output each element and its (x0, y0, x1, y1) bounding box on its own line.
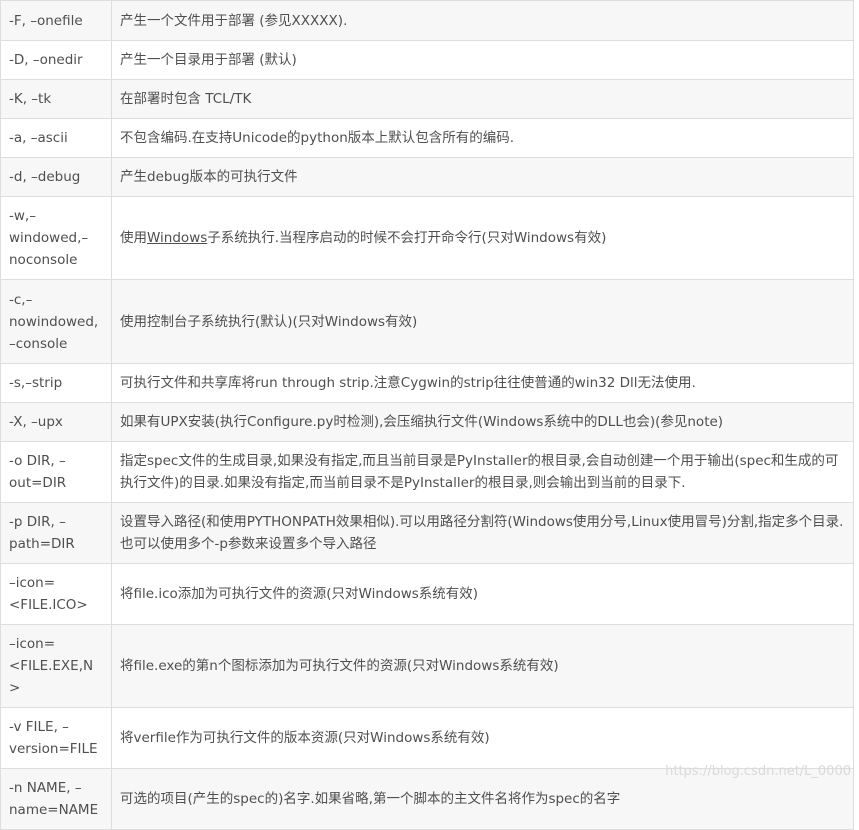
option-cell: -F, –onefile (0, 0, 112, 41)
option-cell: -X, –upx (0, 402, 112, 442)
table-row: -w,–windowed,–noconsole 使用Windows子系统执行.当… (0, 196, 854, 280)
option-cell: -p DIR, –path=DIR (0, 502, 112, 564)
option-cell: -c,–nowindowed,–console (0, 279, 112, 364)
table-row: -c,–nowindowed,–console 使用控制台子系统执行(默认)(只… (0, 279, 854, 364)
description-cell: 在部署时包含 TCL/TK (111, 79, 854, 119)
option-cell: -d, –debug (0, 157, 112, 197)
option-cell: -w,–windowed,–noconsole (0, 196, 112, 280)
option-cell: -s,–strip (0, 363, 112, 403)
description-cell: 将file.ico添加为可执行文件的资源(只对Windows系统有效) (111, 563, 854, 625)
windows-link[interactable]: Windows (147, 230, 207, 246)
table-row: -v FILE, –version=FILE 将verfile作为可执行文件的版… (0, 707, 854, 769)
description-cell: 如果有UPX安装(执行Configure.py时检测),会压缩执行文件(Wind… (111, 402, 854, 442)
option-cell: –icon=<FILE.ICO> (0, 563, 112, 625)
table-row: -F, –onefile 产生一个文件用于部署 (参见XXXXX). (0, 0, 854, 41)
option-cell: -v FILE, –version=FILE (0, 707, 112, 769)
description-cell: 使用控制台子系统执行(默认)(只对Windows有效) (111, 279, 854, 364)
table-row: -p DIR, –path=DIR 设置导入路径(和使用PYTHONPATH效果… (0, 502, 854, 564)
table-row: -o DIR, –out=DIR 指定spec文件的生成目录,如果没有指定,而且… (0, 441, 854, 503)
description-cell: 使用Windows子系统执行.当程序启动的时候不会打开命令行(只对Windows… (111, 196, 854, 280)
description-prefix: 使用 (120, 230, 147, 246)
description-cell: 将file.exe的第n个图标添加为可执行文件的资源(只对Windows系统有效… (111, 624, 854, 708)
option-cell: -n NAME, –name=NAME (0, 768, 112, 830)
table-row: -D, –onedir 产生一个目录用于部署 (默认) (0, 40, 854, 80)
description-cell: 可选的项目(产生的spec的)名字.如果省略,第一个脚本的主文件名将作为spec… (111, 768, 854, 830)
description-cell: 设置导入路径(和使用PYTHONPATH效果相似).可以用路径分割符(Windo… (111, 502, 854, 564)
description-cell: 将verfile作为可执行文件的版本资源(只对Windows系统有效) (111, 707, 854, 769)
table-row: –icon=<FILE.ICO> 将file.ico添加为可执行文件的资源(只对… (0, 563, 854, 625)
table-row: -a, –ascii 不包含编码.在支持Unicode的python版本上默认包… (0, 118, 854, 158)
description-cell: 可执行文件和共享库将run through strip.注意Cygwin的str… (111, 363, 854, 403)
table-row: -d, –debug 产生debug版本的可执行文件 (0, 157, 854, 197)
option-cell: -K, –tk (0, 79, 112, 119)
description-suffix: 子系统执行.当程序启动的时候不会打开命令行(只对Windows有效) (207, 230, 607, 246)
description-cell: 指定spec文件的生成目录,如果没有指定,而且当前目录是PyInstaller的… (111, 441, 854, 503)
option-cell: -D, –onedir (0, 40, 112, 80)
option-cell: -o DIR, –out=DIR (0, 441, 112, 503)
table-row: -X, –upx 如果有UPX安装(执行Configure.py时检测),会压缩… (0, 402, 854, 442)
options-table: -F, –onefile 产生一个文件用于部署 (参见XXXXX). -D, –… (0, 0, 854, 830)
description-cell: 产生一个文件用于部署 (参见XXXXX). (111, 0, 854, 41)
table-row: -s,–strip 可执行文件和共享库将run through strip.注意… (0, 363, 854, 403)
table-row: –icon=<FILE.EXE,N> 将file.exe的第n个图标添加为可执行… (0, 624, 854, 708)
option-cell: -a, –ascii (0, 118, 112, 158)
table-row: -K, –tk 在部署时包含 TCL/TK (0, 79, 854, 119)
description-cell: 产生debug版本的可执行文件 (111, 157, 854, 197)
option-cell: –icon=<FILE.EXE,N> (0, 624, 112, 708)
description-cell: 不包含编码.在支持Unicode的python版本上默认包含所有的编码. (111, 118, 854, 158)
description-cell: 产生一个目录用于部署 (默认) (111, 40, 854, 80)
table-row: -n NAME, –name=NAME 可选的项目(产生的spec的)名字.如果… (0, 768, 854, 830)
